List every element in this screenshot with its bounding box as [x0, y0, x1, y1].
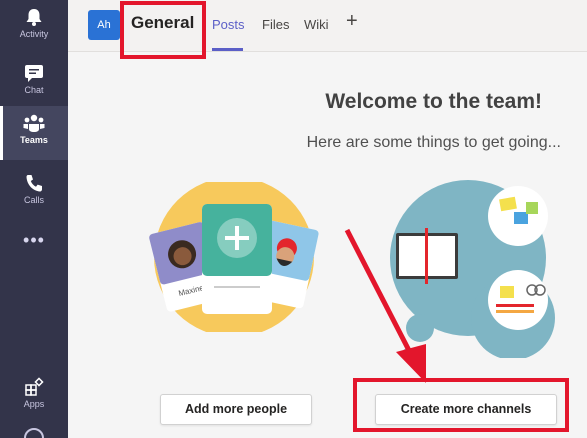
welcome-subtitle: Here are some things to get going... [306, 134, 561, 151]
appbar-teams[interactable]: Teams [0, 106, 68, 160]
apps-icon [25, 377, 44, 396]
appbar-apps[interactable]: Apps [0, 370, 68, 426]
create-more-channels-button[interactable]: Create more channels [375, 394, 557, 425]
app-bar: Activity Chat Teams Calls ••• Apps [0, 0, 68, 438]
teams-icon [23, 114, 45, 132]
channel-title: General [131, 13, 195, 32]
appbar-calls-label: Calls [23, 195, 44, 205]
create-channels-illustration [390, 180, 555, 358]
bell-icon [26, 9, 42, 26]
add-tab-icon[interactable]: + [346, 10, 358, 33]
help-icon[interactable] [24, 428, 44, 438]
appbar-chat-label: Chat [24, 85, 44, 95]
tab-posts[interactable]: Posts [212, 17, 245, 32]
more-apps-icon[interactable]: ••• [0, 230, 68, 251]
add-more-people-button[interactable]: Add more people [160, 394, 312, 425]
appbar-chat[interactable]: Chat [0, 56, 68, 112]
tab-files[interactable]: Files [262, 17, 289, 32]
welcome-title: Welcome to the team! [325, 90, 542, 113]
active-tab-indicator [212, 48, 243, 51]
welcome-panel: Welcome to the team! Here are some thing… [68, 52, 587, 438]
phone-icon [26, 175, 42, 192]
appbar-activity[interactable]: Activity [0, 0, 68, 56]
appbar-activity-label: Activity [19, 29, 49, 39]
channel-header: Ah General Posts Files Wiki + [68, 0, 587, 52]
team-avatar[interactable]: Ah [88, 10, 120, 40]
appbar-apps-label: Apps [23, 399, 45, 409]
appbar-calls[interactable]: Calls [0, 166, 68, 222]
appbar-teams-label: Teams [20, 135, 48, 145]
chat-icon [25, 65, 43, 82]
add-people-illustration: Maxine [149, 182, 319, 332]
tab-wiki[interactable]: Wiki [304, 17, 329, 32]
